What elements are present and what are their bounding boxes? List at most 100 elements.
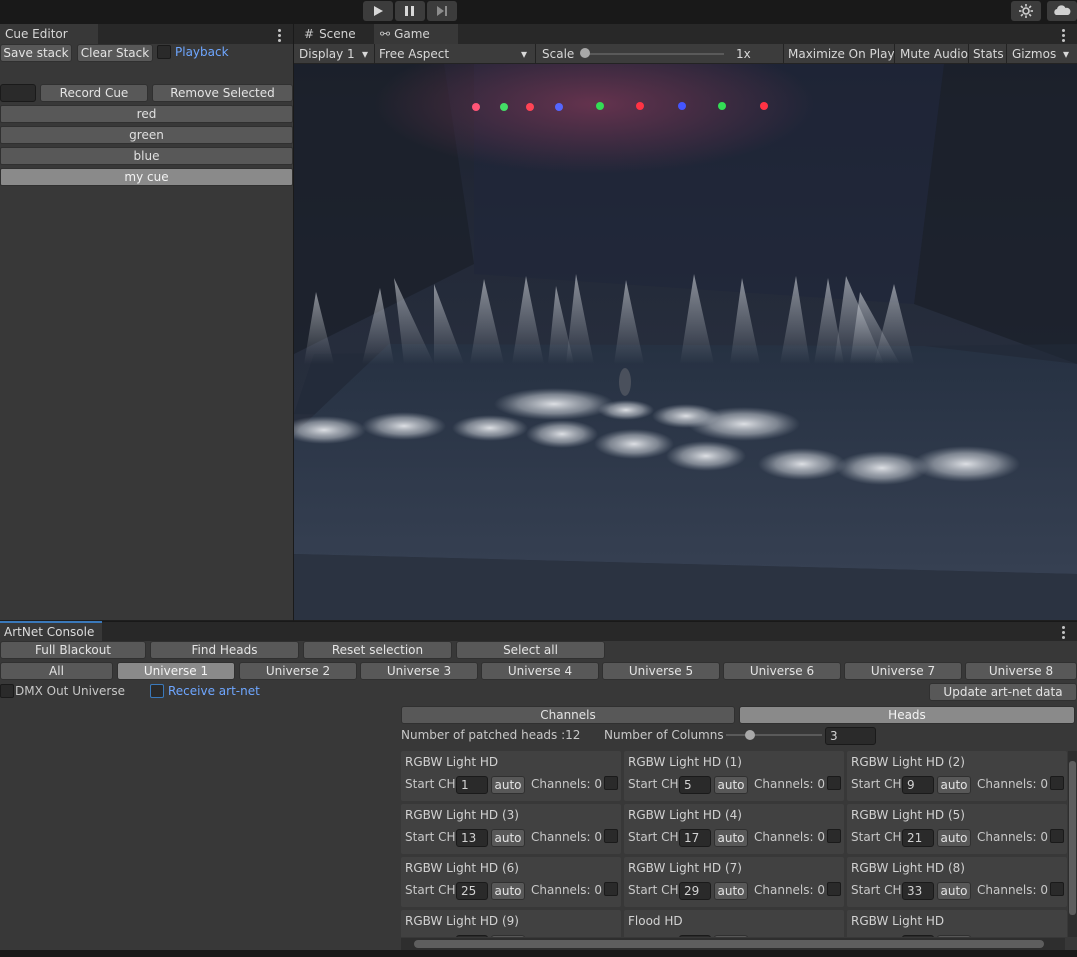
start-ch-input[interactable]: 1: [456, 776, 488, 794]
universe-tab-2[interactable]: Universe 2: [239, 662, 357, 680]
head-checkbox[interactable]: [604, 882, 618, 896]
cue-editor-menu-icon[interactable]: [278, 29, 282, 44]
cloud-button[interactable]: [1047, 1, 1077, 21]
universe-tab-1[interactable]: Universe 1: [117, 662, 235, 680]
start-ch-input[interactable]: [456, 935, 488, 937]
head-card[interactable]: RGBW Light HD (9): [401, 910, 621, 937]
head-card[interactable]: RGBW Light HD (8) Start CH 33 auto Chann…: [847, 857, 1067, 907]
record-cue-button[interactable]: Record Cue: [40, 84, 148, 102]
full-blackout-button[interactable]: Full Blackout: [0, 641, 146, 659]
head-checkbox[interactable]: [604, 776, 618, 790]
artnet-menu-icon[interactable]: [1062, 626, 1066, 641]
universe-tab-4[interactable]: Universe 4: [481, 662, 599, 680]
start-ch-input[interactable]: 13: [456, 829, 488, 847]
remove-selected-button[interactable]: Remove Selected: [152, 84, 293, 102]
update-artnet-button[interactable]: Update art-net data: [929, 683, 1077, 701]
head-card[interactable]: Flood HD: [624, 910, 844, 937]
clear-stack-button[interactable]: Clear Stack: [77, 44, 153, 62]
start-ch-input[interactable]: 5: [679, 776, 711, 794]
columns-input[interactable]: 3: [825, 727, 876, 745]
auto-button[interactable]: [714, 935, 748, 937]
horizontal-scrollbar-thumb[interactable]: [414, 940, 1044, 948]
auto-button[interactable]: auto: [491, 882, 525, 900]
pause-button[interactable]: [395, 1, 425, 21]
head-checkbox[interactable]: [1050, 776, 1064, 790]
head-checkbox[interactable]: [604, 829, 618, 843]
head-card[interactable]: RGBW Light HD (7) Start CH 29 auto Chann…: [624, 857, 844, 907]
auto-button[interactable]: auto: [491, 776, 525, 794]
stats-toggle[interactable]: Stats: [973, 44, 1004, 64]
universe-tab-all[interactable]: All: [0, 662, 113, 680]
game-menu-icon[interactable]: [1062, 29, 1066, 44]
cue-item-blue[interactable]: blue: [0, 147, 293, 165]
cue-item-red[interactable]: red: [0, 105, 293, 123]
start-ch-input[interactable]: 17: [679, 829, 711, 847]
head-checkbox[interactable]: [1050, 829, 1064, 843]
playback-checkbox[interactable]: [157, 45, 171, 59]
columns-slider-track[interactable]: [726, 734, 822, 736]
auto-button[interactable]: auto: [937, 882, 971, 900]
head-checkbox[interactable]: [827, 776, 841, 790]
cue-item-my-cue[interactable]: my cue: [0, 168, 293, 186]
head-card[interactable]: RGBW Light HD: [847, 910, 1067, 937]
auto-button[interactable]: auto: [937, 829, 971, 847]
vertical-scrollbar-thumb[interactable]: [1069, 761, 1076, 915]
head-card[interactable]: RGBW Light HD (4) Start CH 17 auto Chann…: [624, 804, 844, 854]
horizontal-scrollbar[interactable]: [401, 938, 1065, 950]
head-checkbox[interactable]: [827, 829, 841, 843]
tab-cue-editor[interactable]: Cue Editor: [0, 24, 98, 44]
select-all-button[interactable]: Select all: [456, 641, 605, 659]
universe-tab-6[interactable]: Universe 6: [723, 662, 841, 680]
scale-slider-handle[interactable]: [580, 48, 590, 58]
head-card[interactable]: RGBW Light HD (2) Start CH 9 auto Channe…: [847, 751, 1067, 801]
head-checkbox[interactable]: [1050, 882, 1064, 896]
tab-game[interactable]: ⚯ Game: [374, 24, 458, 44]
start-ch-input[interactable]: 33: [902, 882, 934, 900]
save-stack-button[interactable]: Save stack: [0, 44, 72, 62]
step-button[interactable]: [427, 1, 457, 21]
vertical-scrollbar[interactable]: [1068, 751, 1077, 937]
universe-tab-3[interactable]: Universe 3: [360, 662, 478, 680]
scale-slider-track[interactable]: [584, 53, 724, 55]
view-channels-button[interactable]: Channels: [401, 706, 735, 724]
dmx-out-checkbox[interactable]: [0, 684, 14, 698]
aspect-dropdown[interactable]: Free Aspect: [379, 44, 449, 64]
gizmos-toggle[interactable]: Gizmos: [1012, 44, 1056, 64]
head-card[interactable]: RGBW Light HD (6) Start CH 25 auto Chann…: [401, 857, 621, 907]
receive-artnet-checkbox[interactable]: [150, 684, 164, 698]
auto-button[interactable]: auto: [491, 829, 525, 847]
find-heads-button[interactable]: Find Heads: [150, 641, 299, 659]
head-card[interactable]: RGBW Light HD Start CH 1 auto Channels: …: [401, 751, 621, 801]
start-ch-input[interactable]: 25: [456, 882, 488, 900]
head-card[interactable]: RGBW Light HD (5) Start CH 21 auto Chann…: [847, 804, 1067, 854]
auto-button[interactable]: auto: [937, 776, 971, 794]
head-checkbox[interactable]: [827, 882, 841, 896]
auto-button[interactable]: [937, 935, 971, 937]
cue-item-green[interactable]: green: [0, 126, 293, 144]
cue-name-input[interactable]: [0, 84, 36, 102]
start-ch-input[interactable]: 9: [902, 776, 934, 794]
auto-button[interactable]: auto: [714, 829, 748, 847]
start-ch-input[interactable]: [679, 935, 711, 937]
start-ch-input[interactable]: [902, 935, 934, 937]
view-heads-button[interactable]: Heads: [739, 706, 1075, 724]
universe-tab-8[interactable]: Universe 8: [965, 662, 1077, 680]
tab-artnet-console[interactable]: ArtNet Console: [0, 621, 102, 641]
tab-scene[interactable]: # Scene: [296, 24, 368, 44]
auto-button[interactable]: auto: [714, 882, 748, 900]
universe-tab-5[interactable]: Universe 5: [602, 662, 720, 680]
reset-selection-button[interactable]: Reset selection: [303, 641, 452, 659]
play-button[interactable]: [363, 1, 393, 21]
maximize-on-play-toggle[interactable]: Maximize On Play: [788, 44, 895, 64]
auto-button[interactable]: auto: [714, 776, 748, 794]
mute-audio-toggle[interactable]: Mute Audio: [900, 44, 968, 64]
display-dropdown[interactable]: Display 1: [299, 44, 355, 64]
columns-slider-handle[interactable]: [745, 730, 755, 740]
universe-tab-7[interactable]: Universe 7: [844, 662, 962, 680]
head-card[interactable]: RGBW Light HD (1) Start CH 5 auto Channe…: [624, 751, 844, 801]
game-viewport[interactable]: [294, 64, 1077, 620]
auto-button[interactable]: [491, 935, 525, 937]
start-ch-input[interactable]: 29: [679, 882, 711, 900]
start-ch-input[interactable]: 21: [902, 829, 934, 847]
head-card[interactable]: RGBW Light HD (3) Start CH 13 auto Chann…: [401, 804, 621, 854]
